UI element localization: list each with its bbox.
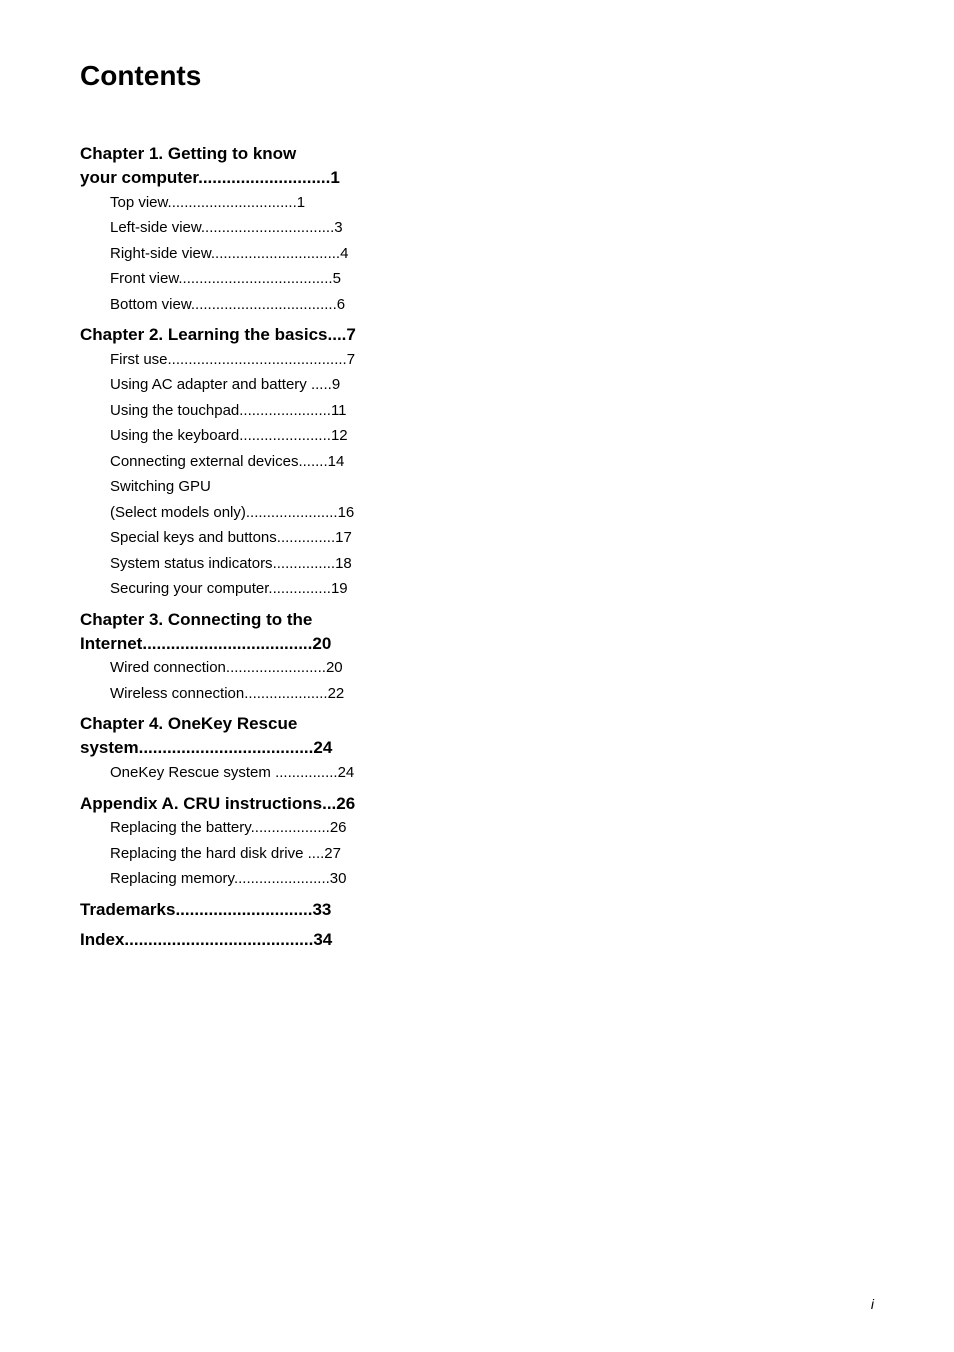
chapter-4-heading: Chapter 4. OneKey Rescue system.........… [80, 712, 874, 760]
ch2-entry-securing: Securing your computer...............19 [80, 576, 874, 602]
chapter-3-heading: Chapter 3. Connecting to the Internet...… [80, 608, 874, 656]
page: Contents Chapter 1. Getting to know your… [0, 0, 954, 1352]
ch2-entry-ac-adapter: Using AC adapter and battery .....9 [80, 372, 874, 398]
appendix-a-entry-memory: Replacing memory.......................3… [80, 866, 874, 892]
page-number: i [871, 1296, 874, 1312]
chapter-1-heading-line1: Chapter 1. Getting to know [80, 144, 296, 163]
ch1-entry-top-view: Top view...............................1 [80, 190, 874, 216]
chapter-4-block: Chapter 4. OneKey Rescue system.........… [80, 712, 874, 785]
chapter-3-block: Chapter 3. Connecting to the Internet...… [80, 608, 874, 707]
chapter-2-block: Chapter 2. Learning the basics....7 Firs… [80, 323, 874, 602]
toc-container: Chapter 1. Getting to know your computer… [80, 142, 874, 951]
chapter-1-block: Chapter 1. Getting to know your computer… [80, 142, 874, 317]
ch4-entry-onekey: OneKey Rescue system ...............24 [80, 760, 874, 786]
trademarks-heading: Trademarks.............................3… [80, 898, 874, 922]
ch2-entry-first-use: First use...............................… [80, 347, 874, 373]
appendix-a-entry-battery: Replacing the battery...................… [80, 815, 874, 841]
index-block: Index...................................… [80, 928, 874, 952]
chapter-2-heading: Chapter 2. Learning the basics....7 [80, 323, 874, 347]
ch1-entry-right-side-view: Right-side view.........................… [80, 241, 874, 267]
appendix-a-entry-hdd: Replacing the hard disk drive ....27 [80, 841, 874, 867]
appendix-a-block: Appendix A. CRU instructions...26 Replac… [80, 792, 874, 892]
ch2-entry-special-keys: Special keys and buttons..............17 [80, 525, 874, 551]
index-heading: Index...................................… [80, 928, 874, 952]
ch1-entry-front-view: Front view..............................… [80, 266, 874, 292]
ch1-entry-bottom-view: Bottom view.............................… [80, 292, 874, 318]
ch2-entry-switching-gpu: Switching GPU [80, 474, 874, 500]
chapter-1-heading-line2: your computer...........................… [80, 168, 340, 187]
chapter-1-heading: Chapter 1. Getting to know your computer… [80, 142, 874, 190]
ch3-entry-wired: Wired connection........................… [80, 655, 874, 681]
ch2-entry-touchpad: Using the touchpad......................… [80, 398, 874, 424]
ch2-entry-keyboard: Using the keyboard......................… [80, 423, 874, 449]
ch1-entry-left-side-view: Left-side view..........................… [80, 215, 874, 241]
ch2-entry-external-devices: Connecting external devices.......14 [80, 449, 874, 475]
ch3-entry-wireless: Wireless connection....................2… [80, 681, 874, 707]
appendix-a-heading: Appendix A. CRU instructions...26 [80, 792, 874, 816]
trademarks-block: Trademarks.............................3… [80, 898, 874, 922]
ch2-entry-system-status: System status indicators...............1… [80, 551, 874, 577]
ch2-entry-select-models: (Select models only)....................… [80, 500, 874, 526]
page-title: Contents [80, 60, 874, 92]
